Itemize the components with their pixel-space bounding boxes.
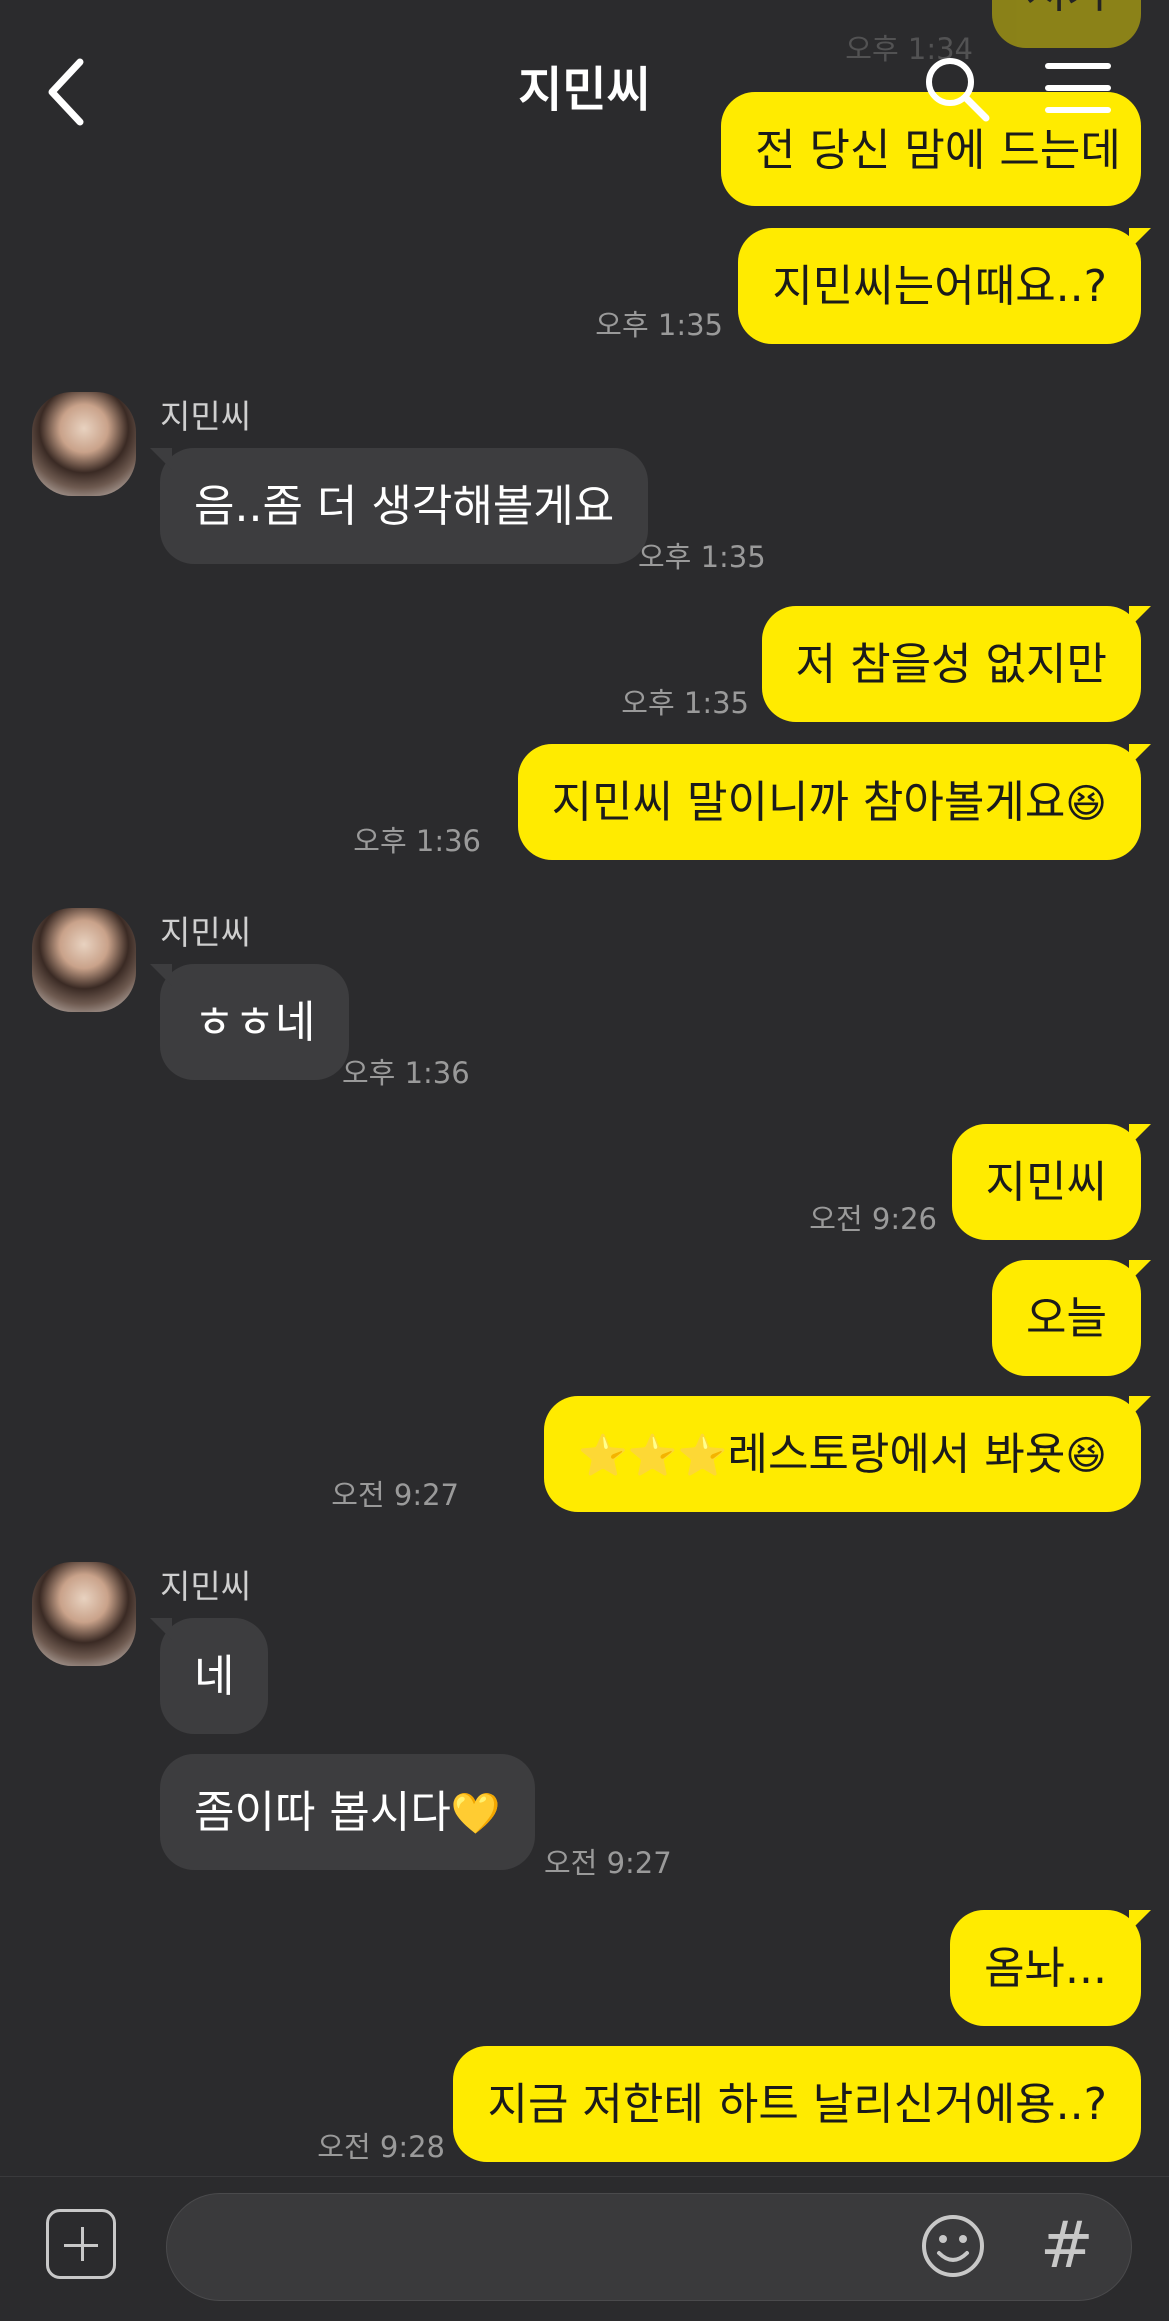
other-message-bubble[interactable]: 음..좀 더 생각해볼게요 <box>149 448 649 564</box>
chat-header: 지민씨 <box>0 0 1169 180</box>
sender-name: 지민씨 <box>160 1567 252 1606</box>
menu-icon <box>1045 63 1111 113</box>
my-message-bubble[interactable]: 지민씨 <box>951 1124 1152 1240</box>
message-text: 저 참을성 없지만 <box>795 639 1107 690</box>
other-message-bubble[interactable]: 좀이따 봅시다💛 <box>160 1754 535 1870</box>
plus-icon[interactable] <box>46 2209 116 2279</box>
message-text: 지민씨 말이니까 참아볼게요 <box>551 777 1066 828</box>
my-message-bubble[interactable]: 지민씨 말이니까 참아볼게요😆 <box>517 744 1152 860</box>
sender-name: 지민씨 <box>160 397 252 436</box>
message-text: 네 <box>194 1651 235 1702</box>
message-time: 오후 1:36 <box>342 1056 470 1090</box>
chat-area[interactable]: 저기 오후 1:34 전 당신 맘에 드는데 지민씨 지민씨는어때요 <box>0 0 1169 2176</box>
smile-icon <box>922 2215 984 2277</box>
my-message-bubble[interactable]: 지금 저한테 하트 날리신거에용..? <box>453 2046 1141 2162</box>
my-message-bubble[interactable]: 옴놔... <box>950 1910 1151 2026</box>
message-text: 지민씨 <box>985 1157 1107 1208</box>
search-button[interactable] <box>920 52 992 124</box>
contact-avatar[interactable] <box>32 1562 136 1666</box>
my-message-bubble[interactable]: 오늘 <box>992 1260 1151 1376</box>
sender-name: 지민씨 <box>160 913 252 952</box>
message-text: 옴놔... <box>984 1943 1107 1994</box>
my-message-bubble[interactable]: 저 참을성 없지만 <box>761 606 1152 722</box>
emoji-button[interactable] <box>920 2213 986 2279</box>
contact-avatar[interactable] <box>32 908 136 1012</box>
other-message-bubble[interactable]: ㅎㅎ네 <box>149 964 350 1080</box>
contact-avatar[interactable] <box>32 392 136 496</box>
message-text: 지금 저한테 하트 날리신거에용..? <box>487 2079 1107 2130</box>
message-input[interactable] <box>166 2193 1132 2301</box>
message-time: 오후 1:35 <box>595 308 723 342</box>
my-message-bubble[interactable]: 지민씨는어때요..? <box>738 228 1151 344</box>
message-time: 오전 9:26 <box>809 1202 937 1236</box>
message-time: 오후 1:35 <box>638 540 766 574</box>
chat-title: 지민씨 <box>518 62 651 118</box>
message-text: 지민씨는어때요..? <box>772 261 1107 312</box>
message-time: 오전 9:27 <box>331 1478 459 1512</box>
search-icon <box>926 58 990 122</box>
message-text: ㅎㅎ네 <box>194 997 316 1048</box>
my-message-bubble[interactable]: ⭐⭐⭐레스토랑에서 봐욧😆 <box>544 1396 1151 1512</box>
message-text: 좀이따 봅시다 <box>194 1787 451 1838</box>
other-message-bubble[interactable]: 네 <box>149 1618 269 1734</box>
grinning-squint-emoji: 😆 <box>1065 1433 1107 1479</box>
hash-button[interactable]: # <box>1040 2201 1100 2291</box>
message-time: 오후 1:35 <box>621 686 749 720</box>
message-text: 오늘 <box>1026 1293 1107 1344</box>
yellow-heart-emoji: 💛 <box>450 1791 501 1837</box>
message-time: 오전 9:28 <box>317 2130 445 2164</box>
message-time: 오전 9:27 <box>544 1846 672 1880</box>
message-time: 오후 1:36 <box>353 824 481 858</box>
message-input-bar: # <box>0 2176 1169 2321</box>
star-emoji: ⭐⭐⭐ <box>578 1433 728 1479</box>
menu-button[interactable] <box>1042 58 1114 118</box>
message-text: 레스토랑에서 봐욧 <box>727 1429 1066 1480</box>
message-text: 음..좀 더 생각해볼게요 <box>194 481 615 532</box>
grinning-squint-emoji: 😆 <box>1065 781 1107 827</box>
